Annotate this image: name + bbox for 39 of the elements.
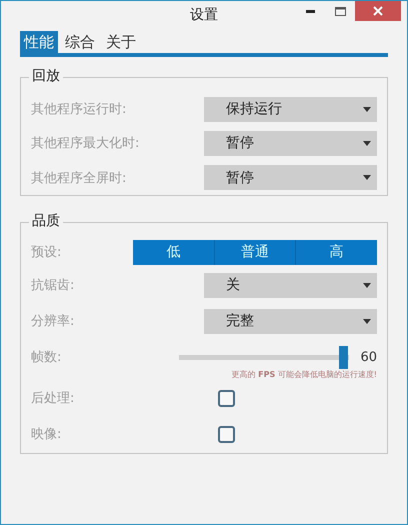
setting-label: 帧数: [31, 349, 62, 366]
setting-label: 其他程序最大化时: [31, 135, 140, 152]
dropdown[interactable]: 暂停 [204, 130, 377, 156]
window-title: 设置 [190, 6, 218, 24]
setting-label: 抗锯齿: [31, 277, 76, 294]
caret-icon [363, 106, 371, 112]
checkbox[interactable] [218, 426, 235, 442]
dropdown[interactable]: 暂停 [204, 165, 377, 190]
close-button[interactable] [355, 1, 401, 21]
maximize-icon [334, 6, 346, 16]
caret-icon [363, 175, 371, 180]
close-icon [373, 6, 383, 16]
group-title: 回放 [29, 67, 63, 85]
slider-thumb[interactable] [338, 346, 348, 368]
dropdown[interactable]: 完整 [204, 308, 377, 334]
dropdown-value: 暂停 [226, 168, 254, 187]
setting-label: 预设: [31, 244, 62, 261]
dropdown-value: 关 [226, 276, 240, 294]
setting-label: 其他程序全屏时: [31, 170, 128, 187]
dropdown-value: 保持运行 [226, 100, 282, 118]
tab[interactable]: 性能 [20, 31, 58, 53]
warning-text: 更高的 FPS 可能会降低电脑的运行速度! [230, 369, 377, 380]
dropdown-value: 暂停 [226, 134, 254, 152]
dropdown-value: 完整 [226, 312, 254, 330]
tab[interactable]: 关于 [102, 31, 140, 53]
setting-label: 分辨率: [31, 313, 76, 330]
minimize-icon [306, 10, 314, 12]
caret-icon [363, 282, 371, 288]
tab[interactable]: 综合 [61, 31, 99, 53]
slider-reading: 60 [359, 350, 377, 364]
dropdown[interactable]: 保持运行 [204, 96, 377, 122]
group-title: 品质 [29, 212, 63, 230]
setting-label: 映像: [31, 426, 62, 443]
setting-label: 其他程序运行时: [31, 101, 128, 118]
caret-icon [363, 318, 371, 324]
caret-icon [363, 140, 371, 146]
setting-label: 后处理: [31, 390, 76, 407]
checkbox[interactable] [218, 390, 235, 406]
dropdown[interactable]: 关 [204, 272, 377, 298]
